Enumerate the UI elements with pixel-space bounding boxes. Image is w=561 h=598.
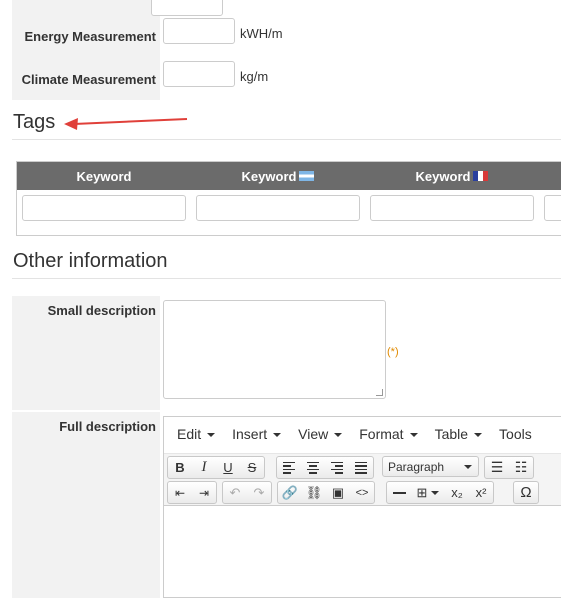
align-center-icon[interactable] — [301, 457, 325, 478]
outdent-icon[interactable]: ⇤ — [168, 482, 192, 503]
block-format-value: Paragraph — [388, 459, 445, 474]
energy-measurement-row: Energy Measurement kWH/m — [12, 14, 561, 58]
rich-text-editor: Edit Insert View Format Table Tools B I … — [163, 416, 561, 598]
keyword-es-column-header: Keyword — [191, 162, 365, 190]
energy-measurement-unit: kWH/m — [240, 26, 283, 41]
small-description-label: Small description — [47, 303, 156, 318]
block-format-select[interactable]: Paragraph — [382, 456, 479, 477]
menu-format[interactable]: Format — [359, 426, 418, 442]
energy-measurement-input[interactable] — [163, 18, 235, 44]
undo-icon[interactable]: ↶ — [223, 482, 247, 503]
tags-table-header: Keyword Keyword Keyword — [17, 162, 561, 190]
alignment-group — [276, 456, 374, 479]
chevron-down-icon — [273, 433, 282, 438]
strikethrough-icon[interactable]: S — [240, 457, 264, 478]
climate-measurement-input[interactable] — [163, 61, 235, 87]
history-group: ↶ ↷ — [222, 481, 272, 504]
editor-menubar: Edit Insert View Format Table Tools — [164, 417, 561, 451]
keyword-column-header: Keyword — [17, 162, 191, 190]
editor-content-area[interactable] — [164, 506, 561, 597]
climate-measurement-row: Climate Measurement kg/m — [12, 57, 561, 101]
list-group: ☰ ☷ — [484, 456, 534, 479]
tags-heading: Tags — [13, 111, 56, 133]
special-character-icon[interactable]: Ω — [514, 482, 538, 503]
energy-measurement-label: Energy Measurement — [24, 28, 157, 44]
chevron-down-icon — [474, 433, 483, 438]
tags-table: Keyword Keyword Keyword — [16, 161, 561, 236]
menu-view[interactable]: View — [298, 426, 343, 442]
editor-toolbar-row-2: ⇤ ⇥ ↶ ↷ 🔗 ⛓ ▣ <> ⊞ x₂ x² Ω — [164, 479, 561, 506]
menu-table[interactable]: Table — [435, 426, 483, 442]
text-style-group: B I U S — [167, 456, 265, 479]
required-marker: (*) — [387, 346, 399, 358]
indent-group: ⇤ ⇥ — [167, 481, 217, 504]
chevron-down-icon — [334, 433, 343, 438]
other-information-divider — [12, 278, 561, 279]
redo-icon[interactable]: ↷ — [247, 482, 271, 503]
keyword-es-header-label: Keyword — [241, 168, 297, 184]
climate-measurement-label: Climate Measurement — [21, 71, 156, 87]
special-char-group: Ω — [513, 481, 539, 504]
code-icon[interactable]: <> — [350, 482, 374, 503]
underline-icon[interactable]: U — [216, 457, 240, 478]
editor-toolbar-row-1: B I U S Paragraph ☰ ☷ — [164, 453, 561, 480]
menu-tools[interactable]: Tools — [499, 426, 532, 442]
image-icon[interactable]: ▣ — [326, 482, 350, 503]
france-flag-icon — [473, 171, 489, 181]
full-description-label-cell: Full description — [12, 412, 160, 598]
keyword-fr-input[interactable] — [370, 195, 534, 221]
subscript-icon[interactable]: x₂ — [445, 482, 469, 503]
indent-icon[interactable]: ⇥ — [192, 482, 216, 503]
bold-icon[interactable]: B — [168, 457, 192, 478]
italic-icon[interactable]: I — [192, 457, 216, 478]
menu-edit[interactable]: Edit — [177, 426, 216, 442]
menu-insert[interactable]: Insert — [232, 426, 282, 442]
argentina-flag-icon — [299, 171, 315, 181]
chevron-down-icon — [409, 433, 418, 438]
numbered-list-icon[interactable]: ☷ — [509, 457, 533, 478]
full-description-label: Full description — [59, 419, 156, 434]
other-information-heading: Other information — [13, 250, 168, 272]
insert-group: 🔗 ⛓ ▣ <> — [277, 481, 375, 504]
keyword-next-input[interactable] — [544, 195, 561, 221]
small-description-label-cell: Small description — [12, 296, 160, 410]
climate-measurement-unit: kg/m — [240, 69, 269, 84]
chevron-down-icon — [207, 433, 216, 438]
tags-divider — [12, 139, 561, 140]
small-description-textarea[interactable] — [163, 300, 386, 399]
align-justify-icon[interactable] — [349, 457, 373, 478]
unlink-icon[interactable]: ⛓ — [302, 482, 326, 503]
keyword-es-input[interactable] — [196, 195, 360, 221]
chevron-down-icon — [464, 465, 472, 469]
keyword-fr-header-label: Keyword — [415, 168, 471, 184]
keyword-input[interactable] — [22, 195, 186, 221]
align-right-icon[interactable] — [325, 457, 349, 478]
superscript-icon[interactable]: x² — [469, 482, 493, 503]
keyword-fr-column-header: Keyword — [365, 162, 539, 190]
table-icon[interactable]: ⊞ — [411, 482, 445, 503]
keyword-header-label: Keyword — [76, 168, 132, 184]
extras-group: ⊞ x₂ x² — [386, 481, 494, 504]
align-left-icon[interactable] — [277, 457, 301, 478]
horizontal-rule-icon[interactable] — [387, 482, 411, 503]
bullet-list-icon[interactable]: ☰ — [485, 457, 509, 478]
annotation-arrow-icon — [64, 118, 188, 130]
link-icon[interactable]: 🔗 — [278, 482, 302, 503]
